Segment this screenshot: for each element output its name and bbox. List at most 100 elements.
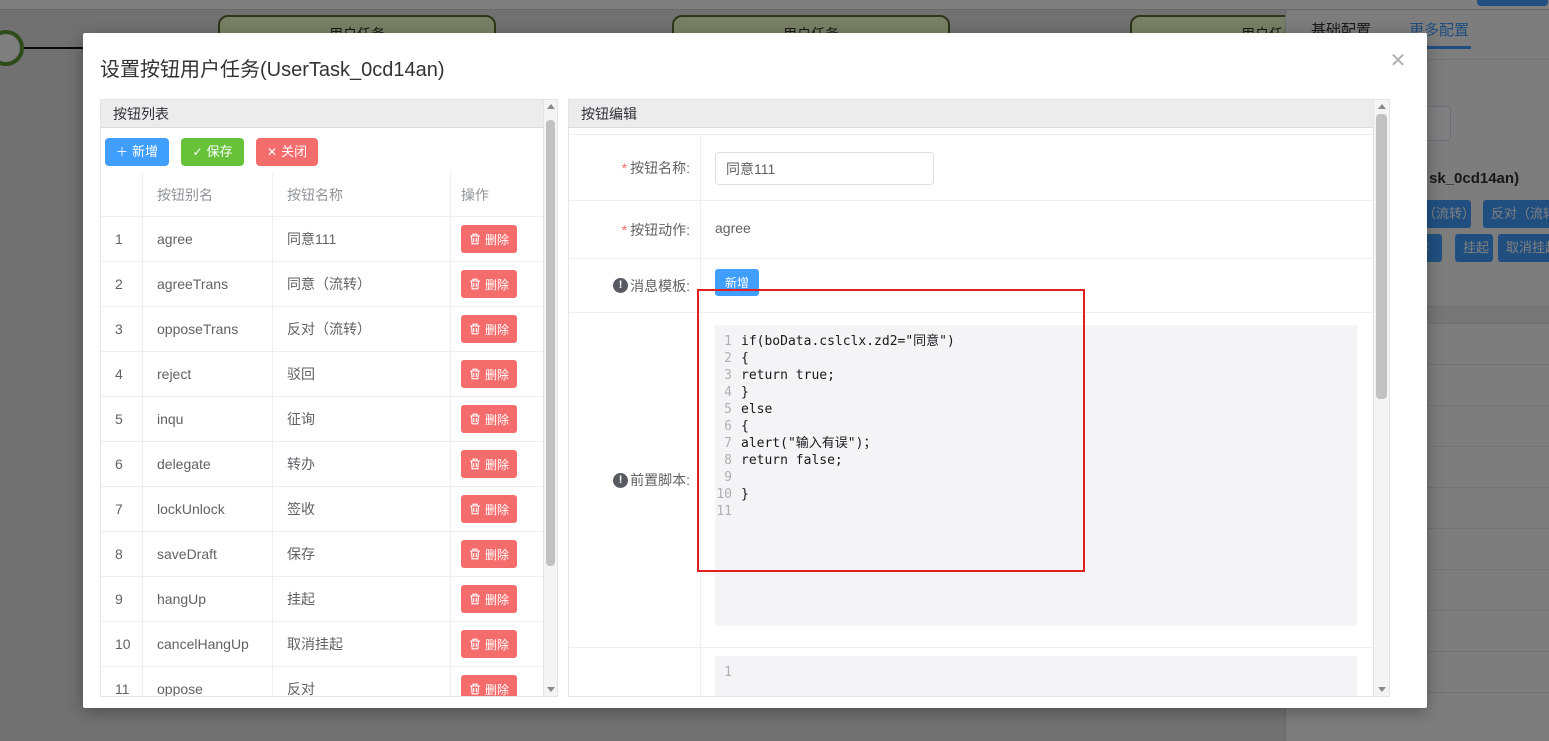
close-list-button[interactable]: ✕ 关闭 [256,138,319,166]
row-alias: agreeTrans [143,262,273,306]
table-row: 2 agreeTrans 同意（流转） 删除 [101,262,543,307]
button-table: 按钮别名 按钮名称 操作 1 agree 同意111 删除 2 agreeTra… [101,173,543,696]
left-panel-scrollbar[interactable] [543,100,557,696]
row-index: 10 [101,622,143,666]
delete-button[interactable]: 删除 [461,675,518,696]
info-icon: ! [613,278,629,293]
row-index: 4 [101,352,143,396]
delete-button[interactable]: 删除 [461,225,518,253]
button-list-header: 按钮列表 [101,100,543,128]
row-name: 取消挂起 [273,622,451,666]
right-panel-scrollbar[interactable] [1373,100,1389,696]
row-alias: saveDraft [143,532,273,576]
row-alias: oppose [143,667,273,696]
trash-icon [470,278,480,290]
trash-icon [470,368,480,380]
row-alias: delegate [143,442,273,486]
scroll-down-icon[interactable] [1374,682,1389,696]
delete-button[interactable]: 删除 [461,450,518,478]
row-index: 3 [101,307,143,351]
trash-icon [470,548,480,560]
info-icon: ! [613,472,629,488]
button-list-toolbar: ＋新增 ✓ 保存 ✕ 关闭 [101,128,543,173]
button-list-panel: 按钮列表 ＋新增 ✓ 保存 ✕ 关闭 按钮别名 按钮名称 操作 1 agree … [100,99,558,697]
table-row: 3 opposeTrans 反对（流转） 删除 [101,307,543,352]
row-index: 11 [101,667,143,696]
row-name: 保存 [273,532,451,576]
table-row: 6 delegate 转办 删除 [101,442,543,487]
row-index: 2 [101,262,143,306]
row-alias: opposeTrans [143,307,273,351]
row-index: 7 [101,487,143,531]
message-template-label: ! 消息模板: [569,259,701,312]
row-alias: reject [143,352,273,396]
required-mark: * [621,159,628,176]
table-row: 4 reject 驳回 删除 [101,352,543,397]
table-row: 9 hangUp 挂起 删除 [101,577,543,622]
trash-icon [470,503,480,515]
scroll-up-icon[interactable] [544,100,557,114]
delete-button[interactable]: 删除 [461,540,518,568]
row-name: 签收 [273,487,451,531]
post-script-editor[interactable]: 1 [715,656,1357,696]
row-name: 反对 [273,667,451,696]
row-name: 驳回 [273,352,451,396]
delete-button[interactable]: 删除 [461,360,518,388]
row-name: 挂起 [273,577,451,621]
row-name: 反对（流转） [273,307,451,351]
row-index: 1 [101,217,143,261]
delete-button[interactable]: 删除 [461,630,518,658]
pre-script-editor[interactable]: 1 if(boData.cslclx.zd2="同意") 2{ 3 return t… [715,325,1357,626]
button-edit-form: * 按钮名称: * 按钮动作: agree [569,134,1373,696]
button-edit-panel: 按钮编辑 * 按钮名称: * 按钮动作: [568,99,1390,697]
row-index: 9 [101,577,143,621]
delete-button[interactable]: 删除 [461,315,518,343]
scroll-down-icon[interactable] [544,682,557,696]
row-name: 征询 [273,397,451,441]
col-name: 按钮名称 [273,173,451,216]
delete-button[interactable]: 删除 [461,270,518,298]
delete-button[interactable]: 删除 [461,495,518,523]
table-row: 1 agree 同意111 删除 [101,217,543,262]
required-mark: * [621,221,628,238]
delete-button[interactable]: 删除 [461,585,518,613]
scroll-up-icon[interactable] [1374,100,1389,114]
table-row: 10 cancelHangUp 取消挂起 删除 [101,622,543,667]
row-index: 6 [101,442,143,486]
table-row: 11 oppose 反对 删除 [101,667,543,696]
row-name: 转办 [273,442,451,486]
trash-icon [470,323,480,335]
scrollbar-thumb[interactable] [546,120,555,566]
action-label: * 按钮动作: [569,201,701,258]
row-index: 5 [101,397,143,441]
plus-icon: ＋ [116,145,129,159]
col-alias: 按钮别名 [143,173,273,216]
save-button[interactable]: ✓ 保存 [181,138,244,166]
row-index: 8 [101,532,143,576]
close-icon[interactable]: ✕ [1386,49,1410,73]
row-name: 同意111 [273,217,451,261]
trash-icon [470,413,480,425]
trash-icon [470,458,480,470]
row-alias: agree [143,217,273,261]
scrollbar-thumb[interactable] [1376,114,1387,399]
add-button[interactable]: ＋新增 [105,138,170,166]
post-script-label [569,648,701,696]
button-name-input[interactable] [715,152,934,185]
table-row: 5 inqu 征询 删除 [101,397,543,442]
pre-script-label: ! 前置脚本: [569,313,701,647]
col-ops: 操作 [461,186,489,203]
trash-icon [470,233,480,245]
check-icon: ✓ [192,145,203,159]
table-row: 7 lockUnlock 签收 删除 [101,487,543,532]
button-edit-header: 按钮编辑 [569,100,1373,128]
table-row: 8 saveDraft 保存 删除 [101,532,543,577]
trash-icon [470,593,480,605]
row-alias: cancelHangUp [143,622,273,666]
delete-button[interactable]: 删除 [461,405,518,433]
x-icon: ✕ [267,145,278,159]
trash-icon [470,638,480,650]
table-header-row: 按钮别名 按钮名称 操作 [101,173,543,217]
add-template-button[interactable]: 新增 [715,269,760,296]
dialog-title: 设置按钮用户任务(UserTask_0cd14an) [100,59,445,81]
